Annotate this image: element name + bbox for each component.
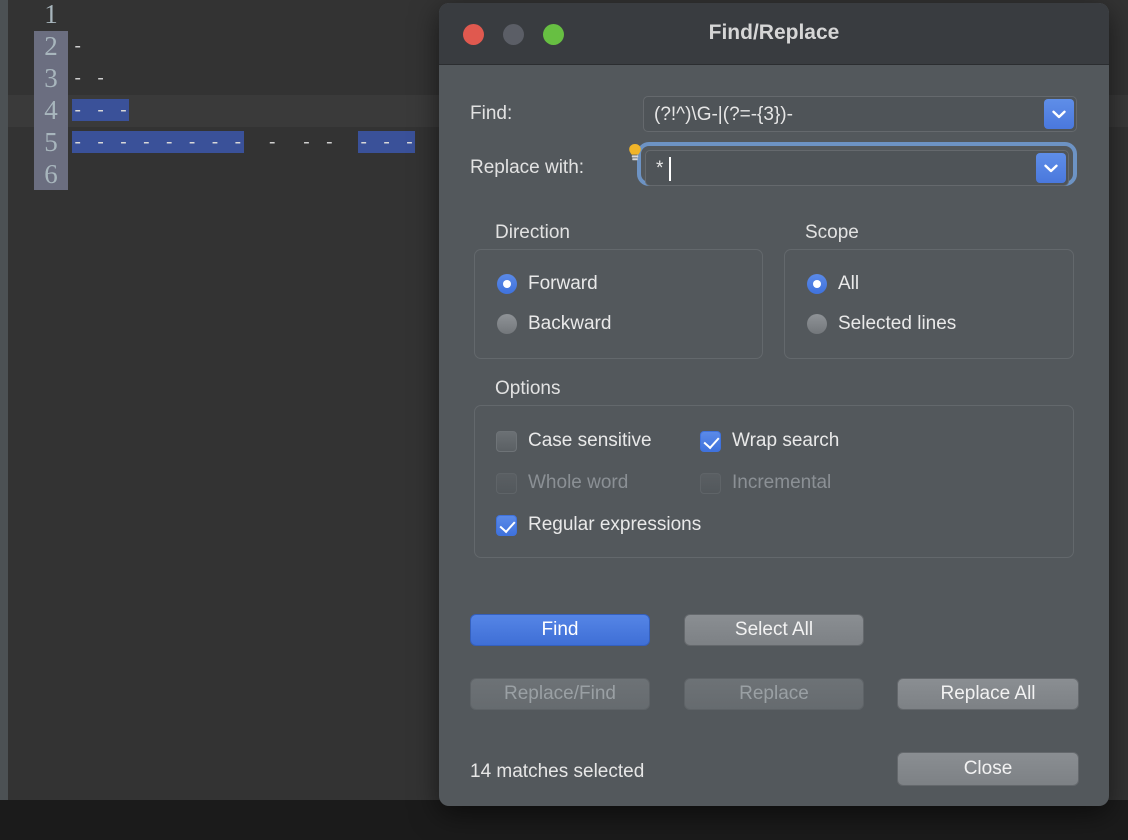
checkbox-incremental: Incremental	[700, 472, 831, 494]
replace-all-button[interactable]: Replace All	[897, 678, 1079, 710]
replace-input[interactable]: *	[645, 150, 1069, 186]
checkbox-whole-word: Whole word	[496, 472, 628, 494]
find-replace-dialog: Find/Replace Find: (?!^)\G-|(?=-{3})- Re…	[439, 3, 1109, 806]
options-group-title: Options	[495, 378, 560, 400]
find-input-value: (?!^)\G-|(?=-{3})-	[654, 97, 793, 133]
find-input[interactable]: (?!^)\G-|(?=-{3})-	[643, 96, 1077, 132]
find-label: Find:	[470, 103, 512, 125]
line-number: 5	[34, 126, 68, 158]
code-text: - -	[72, 67, 106, 89]
radio-selected-lines[interactable]: Selected lines	[807, 313, 956, 335]
radio-all-label: All	[838, 273, 859, 295]
scope-group-box	[784, 249, 1074, 359]
radio-backward-label: Backward	[528, 313, 611, 335]
replace-input-value: *	[656, 151, 663, 187]
code-line[interactable]: - - - - - - - - - - - - - -	[72, 126, 415, 158]
checkbox-regular-expressions[interactable]: Regular expressions	[496, 514, 701, 536]
lightbulb-icon	[628, 143, 642, 163]
code-text-selected: - - -	[358, 131, 415, 153]
code-line[interactable]: - -	[72, 62, 106, 94]
checkbox-incremental-label: Incremental	[732, 472, 831, 494]
replace-label: Replace with:	[470, 157, 584, 179]
code-text: -	[72, 35, 83, 57]
radio-forward-label: Forward	[528, 273, 598, 295]
status-text: 14 matches selected	[470, 761, 644, 783]
checkbox-indicator-disabled	[496, 473, 517, 494]
radio-indicator-selected[interactable]	[807, 274, 827, 294]
select-all-button[interactable]: Select All	[684, 614, 864, 646]
code-line[interactable]: - - -	[72, 94, 129, 126]
dialog-title: Find/Replace	[439, 21, 1109, 45]
replace-button: Replace	[684, 678, 864, 710]
replace-find-button: Replace/Find	[470, 678, 650, 710]
close-button[interactable]: Close	[897, 752, 1079, 786]
code-text-selected: - - -	[72, 99, 129, 121]
checkbox-wrap-search[interactable]: Wrap search	[700, 430, 839, 452]
code-line[interactable]: -	[72, 30, 83, 62]
editor-left-strip	[0, 0, 8, 800]
text-caret	[669, 157, 671, 181]
direction-group-box	[474, 249, 763, 359]
checkbox-indicator-checked[interactable]	[700, 431, 721, 452]
line-number: 6	[34, 158, 68, 190]
radio-indicator-selected[interactable]	[497, 274, 517, 294]
radio-indicator[interactable]	[497, 314, 517, 334]
find-button[interactable]: Find	[470, 614, 650, 646]
radio-indicator[interactable]	[807, 314, 827, 334]
scope-group-title: Scope	[805, 222, 859, 244]
line-number: 4	[34, 94, 68, 126]
direction-group-title: Direction	[495, 222, 570, 244]
line-number: 2	[34, 30, 68, 62]
code-text: - - -	[244, 131, 358, 153]
radio-forward[interactable]: Forward	[497, 273, 598, 295]
checkbox-regular-expressions-label: Regular expressions	[528, 514, 701, 536]
line-number: 1	[34, 0, 68, 30]
checkbox-case-sensitive[interactable]: Case sensitive	[496, 430, 652, 452]
dialog-titlebar[interactable]: Find/Replace	[439, 3, 1109, 65]
radio-backward[interactable]: Backward	[497, 313, 611, 335]
radio-all[interactable]: All	[807, 273, 859, 295]
checkbox-wrap-search-label: Wrap search	[732, 430, 839, 452]
checkbox-indicator-disabled	[700, 473, 721, 494]
checkbox-whole-word-label: Whole word	[528, 472, 628, 494]
chevron-down-icon[interactable]	[1036, 153, 1066, 183]
checkbox-indicator[interactable]	[496, 431, 517, 452]
code-text-selected: - - - - - - - -	[72, 131, 244, 153]
line-number: 3	[34, 62, 68, 94]
radio-selected-lines-label: Selected lines	[838, 313, 956, 335]
checkbox-indicator-checked[interactable]	[496, 515, 517, 536]
checkbox-case-sensitive-label: Case sensitive	[528, 430, 652, 452]
chevron-down-icon[interactable]	[1044, 99, 1074, 129]
